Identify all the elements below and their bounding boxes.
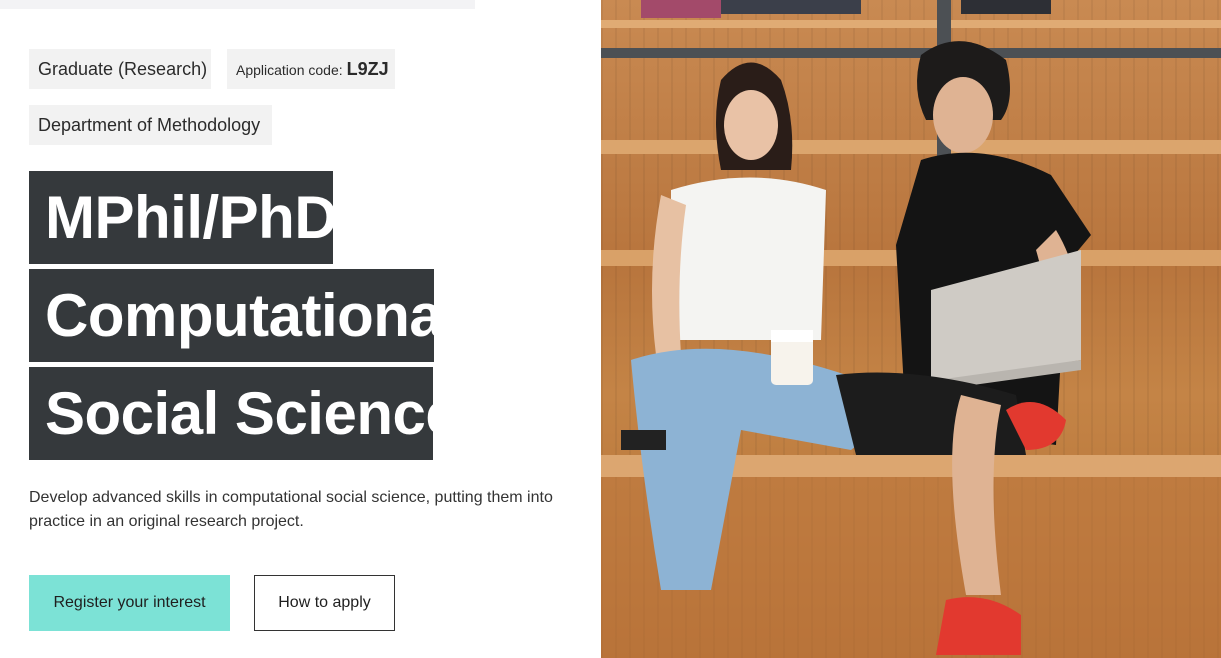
- programme-level-tag: Graduate (Research): [29, 49, 211, 89]
- page-title-line-2: Computational: [29, 269, 459, 362]
- department-tag: Department of Methodology: [29, 105, 272, 145]
- programme-description: Develop advanced skills in computational…: [29, 489, 553, 530]
- top-strip: [0, 0, 475, 9]
- application-code-value: L9ZJ: [346, 59, 389, 79]
- application-code-label: Application code:: [236, 62, 343, 78]
- students-photo: [601, 0, 1221, 658]
- application-code-tag: Application code: L9ZJ: [227, 49, 395, 89]
- students-photo-illustration: [601, 0, 1221, 658]
- page-title-line-3: Social Science: [29, 367, 459, 460]
- how-to-apply-button[interactable]: How to apply: [254, 575, 395, 631]
- page-title-line-1: MPhil/PhD: [29, 171, 338, 264]
- register-interest-button[interactable]: Register your interest: [29, 575, 230, 631]
